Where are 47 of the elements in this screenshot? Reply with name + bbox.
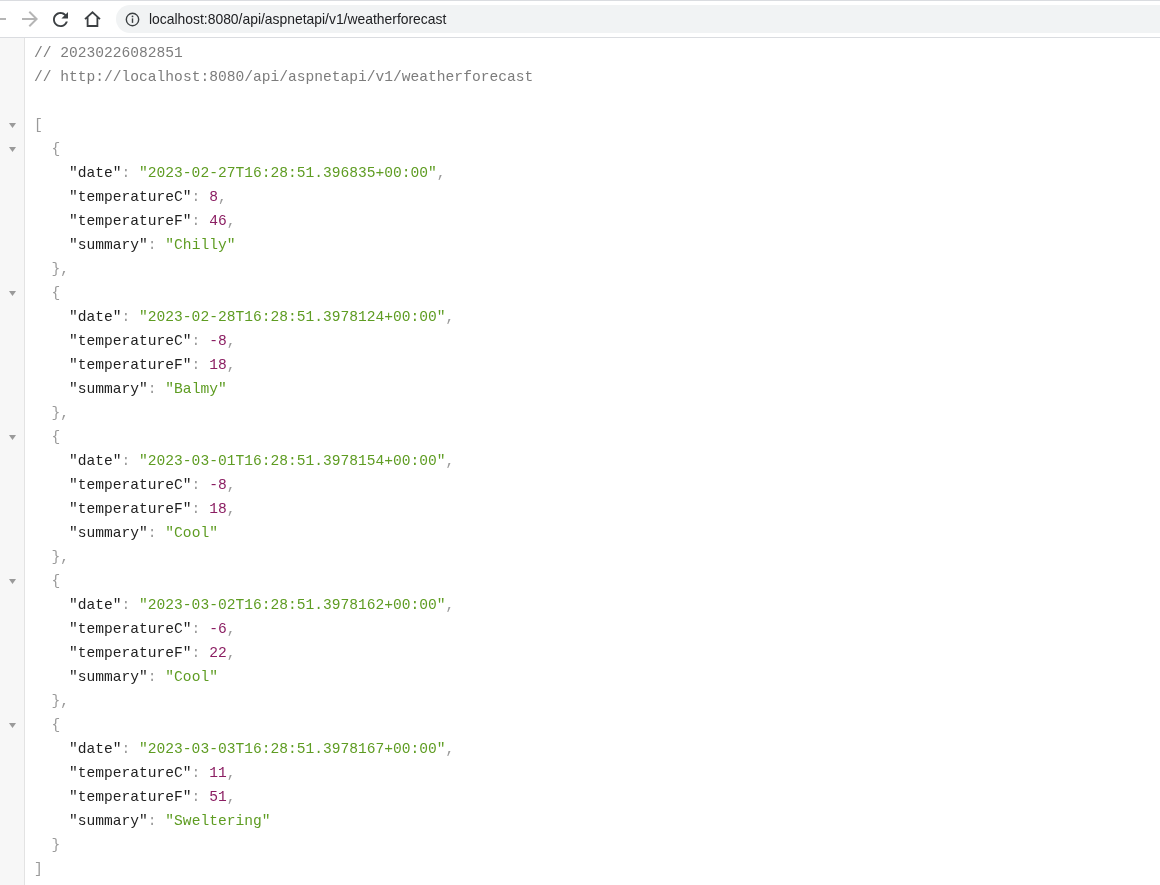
code-line: "summary": "Cool": [69, 668, 218, 687]
code-line: "temperatureC": -8,: [69, 476, 236, 495]
code-line: "temperatureC": -8,: [69, 332, 236, 351]
code-line: "date": "2023-03-01T16:28:51.3978154+00:00",: [69, 452, 455, 471]
code-line: "date": "2023-02-28T16:28:51.3978124+00:00",: [69, 308, 455, 327]
comment-line: // http://localhost:8080/api/aspnetapi/v1/weatherforecast: [34, 68, 534, 87]
fold-caret-icon[interactable]: [8, 722, 16, 728]
code-line: "temperatureC": -6,: [69, 620, 236, 639]
home-icon: [83, 11, 101, 27]
code-line: {: [51, 572, 61, 591]
code-line: "temperatureF": 46,: [69, 212, 236, 231]
code-line: },: [51, 692, 69, 711]
code-line: },: [51, 548, 69, 567]
fold-caret-icon[interactable]: [8, 122, 16, 128]
code-line: "date": "2023-03-02T16:28:51.3978162+00:00",: [69, 596, 455, 615]
code-line: }: [51, 836, 61, 855]
code-line: {: [51, 284, 61, 303]
code-line: {: [51, 716, 61, 735]
code-line: },: [51, 404, 69, 423]
forward-arrow-icon: [22, 11, 38, 27]
fold-caret-icon[interactable]: [8, 434, 16, 440]
code-line: "summary": "Chilly": [69, 236, 236, 255]
info-icon[interactable]: [125, 11, 140, 27]
code-line: },: [51, 260, 69, 279]
reload-icon: [52, 11, 68, 27]
code-line: "summary": "Cool": [69, 524, 218, 543]
code-line: {: [51, 140, 61, 159]
back-arrow-icon: [0, 18, 6, 20]
fold-caret-icon[interactable]: [8, 290, 16, 296]
address-bar[interactable]: localhost:8080/api/aspnetapi/v1/weatherforecast: [116, 5, 1160, 33]
code-line: "date": "2023-02-27T16:28:51.396835+00:00",: [69, 164, 446, 183]
fold-caret-icon[interactable]: [8, 146, 16, 152]
url-text: localhost:8080/api/aspnetapi/v1/weatherforecast: [149, 9, 447, 29]
code-line: "summary": "Sweltering": [69, 812, 271, 831]
code-line: "temperatureC": 8,: [69, 188, 227, 207]
code-line: "temperatureF": 18,: [69, 500, 236, 519]
code-line: [: [34, 116, 43, 135]
code-line: "summary": "Balmy": [69, 380, 227, 399]
code-line: "date": "2023-03-03T16:28:51.3978167+00:00",: [69, 740, 455, 759]
code-line: "temperatureF": 18,: [69, 356, 236, 375]
code-line: "temperatureF": 22,: [69, 644, 236, 663]
fold-caret-icon[interactable]: [8, 578, 16, 584]
code-line: "temperatureC": 11,: [69, 764, 236, 783]
comment-line: // 20230226082851: [34, 44, 183, 63]
code-line: {: [51, 428, 61, 447]
code-line: ]: [34, 860, 43, 879]
code-line: "temperatureF": 51,: [69, 788, 236, 807]
